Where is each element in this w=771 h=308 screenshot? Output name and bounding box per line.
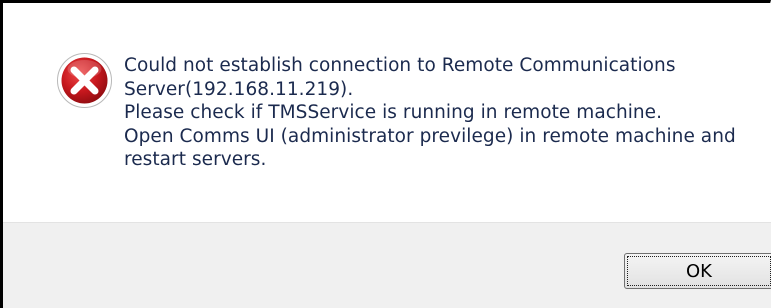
message-line-1: Could not establish connection to Remote… [124, 55, 676, 76]
ok-button[interactable]: OK [624, 253, 771, 289]
ok-button-label: OK [627, 256, 771, 286]
message-line-4: Open Comms UI (administrator previlege) … [124, 125, 736, 147]
message-line-2: Server(192.168.11.219). [124, 78, 354, 100]
message-line-3: Please check if TMSService is running in… [124, 102, 663, 124]
error-icon [57, 53, 112, 108]
dialog-content: Could not establish connection to Remote… [3, 3, 771, 222]
message-line-5: restart servers. [124, 149, 267, 171]
error-dialog: Could not establish connection to Remote… [0, 0, 771, 308]
error-message: Could not establish connection to Remote… [124, 54, 754, 172]
